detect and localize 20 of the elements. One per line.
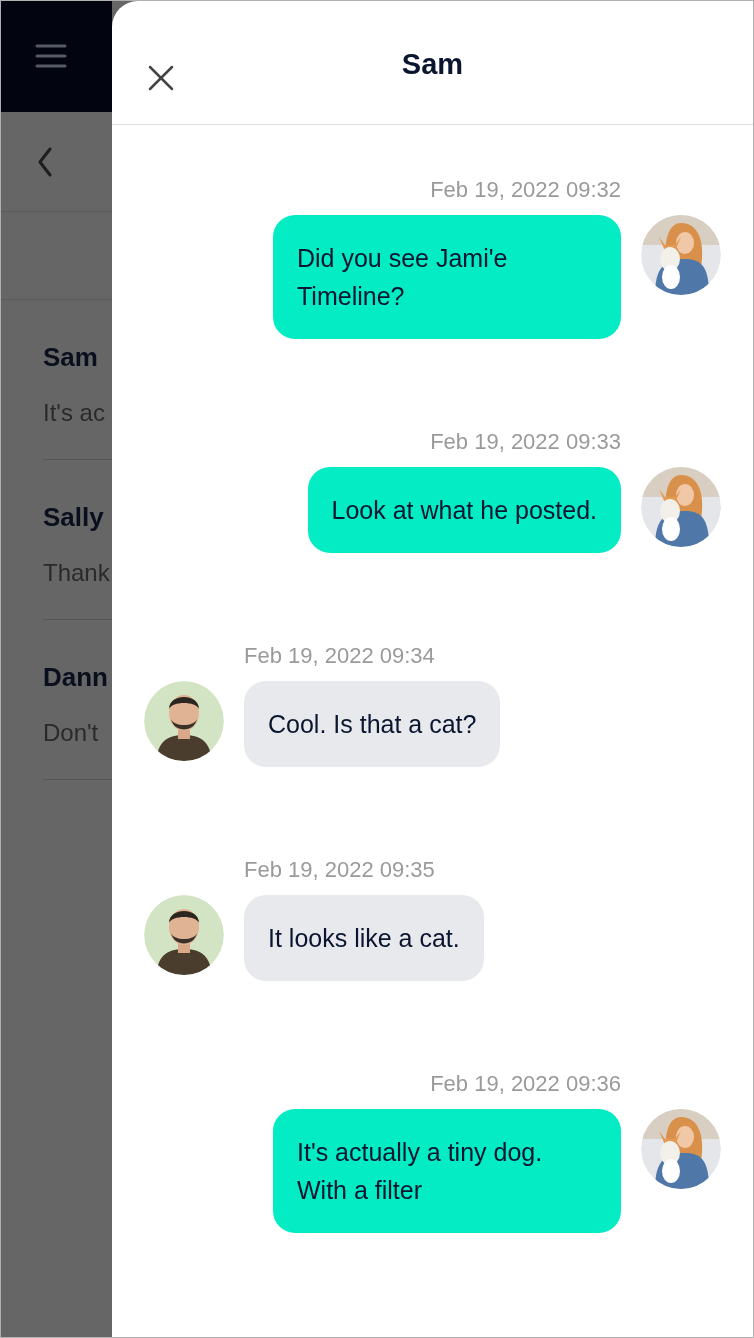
contact-name: Dann [43,661,108,694]
close-icon[interactable] [148,65,174,91]
message-time: Feb 19, 2022 09:35 [244,857,435,883]
message-time: Feb 19, 2022 09:34 [244,643,435,669]
message-time: Feb 19, 2022 09:36 [430,1071,621,1097]
message-bubble: Look at what he posted. [307,467,621,553]
message-preview: It's ac [43,398,105,428]
contact-name: Sam [43,341,98,374]
message-bubble: Did you see Jami'e Timeline? [273,215,621,339]
contact-name: Sally [43,501,104,534]
message-preview: Thank [43,558,110,588]
menu-icon[interactable] [35,43,67,69]
message-time: Feb 19, 2022 09:33 [430,429,621,455]
chat-title: Sam [401,46,464,82]
message-preview: Don't [43,718,99,748]
message-time: Feb 19, 2022 09:32 [430,177,621,203]
back-icon[interactable] [37,146,53,177]
message-bubble: Cool. Is that a cat? [244,681,501,767]
message-bubble: It's actually a tiny dog. With a filter [273,1109,621,1233]
message-bubble: It looks like a cat. [244,895,484,981]
